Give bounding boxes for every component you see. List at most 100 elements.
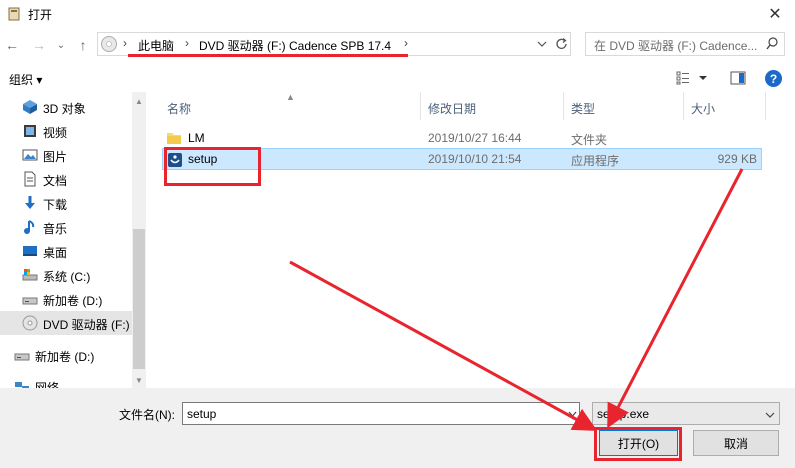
column-divider[interactable]	[683, 92, 684, 120]
file-type: 文件夹	[571, 133, 608, 147]
column-header-type[interactable]: 类型	[571, 100, 595, 117]
desktop-icon	[23, 246, 37, 256]
sort-ascending-icon: ▲	[286, 92, 295, 102]
filetype-select[interactable]: setup.exe	[592, 402, 780, 425]
column-header-modified[interactable]: 修改日期	[428, 100, 476, 117]
downloads-icon	[25, 196, 35, 209]
scroll-down-arrow-icon[interactable]: ▼	[132, 373, 146, 387]
refresh-button[interactable]	[553, 32, 571, 56]
column-divider[interactable]	[420, 92, 421, 120]
close-icon[interactable]: ✕	[768, 4, 781, 24]
videos-icon	[24, 125, 36, 137]
forward-arrow-icon[interactable]: →	[32, 37, 46, 53]
sidebar-item-network[interactable]: 网络	[0, 374, 132, 388]
navigation-pane: 3D 对象 视频 图片 文档 下载 音乐 桌面 系统 (C:) 新加卷 (D:)…	[0, 92, 146, 388]
organize-button[interactable]: 组织 ▾	[9, 71, 42, 88]
dvd-disc-icon	[101, 36, 117, 52]
sidebar-item-label: 新加卷 (D:)	[43, 294, 103, 308]
command-bar: 组织 ▾ ?	[0, 66, 795, 90]
view-options-icon[interactable]	[676, 71, 690, 85]
breadcrumb-separator[interactable]: ›	[185, 36, 189, 50]
chevron-down-icon[interactable]	[537, 41, 547, 47]
sidebar-scroll-thumb[interactable]	[133, 229, 145, 369]
search-placeholder[interactable]: 在 DVD 驱动器 (F:) Cadence...	[594, 37, 757, 54]
chevron-down-icon[interactable]	[765, 412, 775, 418]
documents-icon	[24, 171, 36, 187]
sidebar-item-downloads[interactable]: 下载	[0, 191, 132, 215]
drive-icon	[14, 353, 30, 361]
app-icon	[8, 7, 20, 21]
column-divider[interactable]	[765, 92, 766, 120]
drive-icon	[22, 297, 38, 305]
chevron-down-icon[interactable]: ⌄	[57, 40, 65, 51]
forward-button[interactable]: →	[30, 36, 48, 54]
annotation-box-open	[594, 427, 682, 461]
search-box[interactable]: 在 DVD 驱动器 (F:) Cadence...	[585, 32, 785, 56]
filename-input[interactable]: setup	[182, 402, 580, 425]
sidebar-item-documents[interactable]: 文档	[0, 167, 132, 191]
sidebar-item-music[interactable]: 音乐	[0, 215, 132, 239]
pictures-icon	[22, 149, 38, 161]
sidebar-item-label: 网络	[35, 381, 60, 388]
folder-icon	[167, 133, 181, 144]
annotation-box-setup	[164, 147, 261, 186]
column-divider[interactable]	[563, 92, 564, 120]
file-row-lm[interactable]: LM 2019/10/27 16:44 文件夹	[162, 127, 762, 149]
refresh-icon[interactable]	[553, 32, 571, 56]
sidebar-item-label: 文档	[43, 174, 68, 188]
sidebar-item-videos[interactable]: 视频	[0, 119, 132, 143]
sidebar-item-new-volume-d[interactable]: 新加卷 (D:)	[0, 287, 132, 311]
breadcrumb-separator[interactable]: ›	[404, 36, 408, 50]
address-dropdown-button[interactable]	[531, 32, 553, 56]
search-icon[interactable]	[766, 37, 778, 51]
sidebar-item-label: 图片	[43, 150, 68, 164]
dvd-drive-icon	[22, 315, 38, 331]
sidebar-item-3d-objects[interactable]: 3D 对象	[0, 95, 132, 119]
music-icon	[24, 220, 35, 234]
sidebar-item-label: 下载	[43, 198, 68, 212]
sidebar-item-label: 视频	[43, 126, 68, 140]
sidebar-item-label: 系统 (C:)	[43, 270, 91, 284]
cancel-button[interactable]: 取消	[693, 430, 779, 456]
title-bar: 打开 ✕	[0, 0, 795, 28]
breadcrumb-this-pc[interactable]: 此电脑	[138, 37, 174, 54]
file-name[interactable]: LM	[188, 131, 205, 145]
annotation-underline	[128, 54, 408, 57]
column-header-size[interactable]: 大小	[691, 100, 715, 117]
sidebar-item-system-c[interactable]: 系统 (C:)	[0, 263, 132, 287]
close-button[interactable]: ✕	[755, 0, 795, 28]
file-modified: 2019/10/27 16:44	[428, 131, 522, 145]
file-size: 929 KB	[717, 152, 757, 166]
up-button[interactable]: ↑	[74, 36, 92, 54]
file-type: 应用程序	[571, 154, 620, 168]
sidebar-item-label: 桌面	[43, 246, 68, 260]
filename-dropdown-button[interactable]	[565, 402, 580, 425]
3d-objects-icon	[23, 100, 37, 114]
sidebar-item-label: 音乐	[43, 222, 68, 236]
window-title: 打开	[28, 8, 53, 22]
sidebar-item-pictures[interactable]: 图片	[0, 143, 132, 167]
view-dropdown-icon[interactable]	[699, 71, 707, 85]
breadcrumb-dvd-drive[interactable]: DVD 驱动器 (F:) Cadence SPB 17.4	[199, 37, 391, 54]
address-bar[interactable]: › 此电脑 › DVD 驱动器 (F:) Cadence SPB 17.4 ›	[97, 32, 571, 56]
sidebar-item-label: 3D 对象	[43, 102, 86, 116]
network-icon	[15, 382, 29, 388]
up-arrow-icon[interactable]: ↑	[80, 37, 87, 53]
preview-pane-icon[interactable]	[730, 71, 746, 85]
filename-value[interactable]: setup	[187, 407, 216, 421]
scroll-up-arrow-icon[interactable]: ▲	[132, 94, 146, 108]
sidebar-item-label: 新加卷 (D:)	[35, 350, 95, 364]
file-modified: 2019/10/10 21:54	[428, 152, 522, 166]
filetype-value[interactable]: setup.exe	[597, 407, 649, 421]
system-drive-icon	[22, 269, 38, 281]
back-button[interactable]: ←	[3, 36, 21, 54]
sidebar-item-dvd-drive[interactable]: DVD 驱动器 (F:)	[0, 311, 132, 335]
recent-locations-button[interactable]: ⌄	[52, 36, 70, 54]
breadcrumb-separator[interactable]: ›	[123, 36, 127, 50]
sidebar-item-desktop[interactable]: 桌面	[0, 239, 132, 263]
column-header-name[interactable]: 名称	[167, 100, 191, 117]
sidebar-item-new-volume-d-2[interactable]: 新加卷 (D:)	[0, 343, 132, 367]
chevron-down-icon[interactable]	[568, 411, 577, 417]
help-icon[interactable]: ?	[765, 70, 782, 87]
back-arrow-icon[interactable]: ←	[5, 37, 19, 53]
